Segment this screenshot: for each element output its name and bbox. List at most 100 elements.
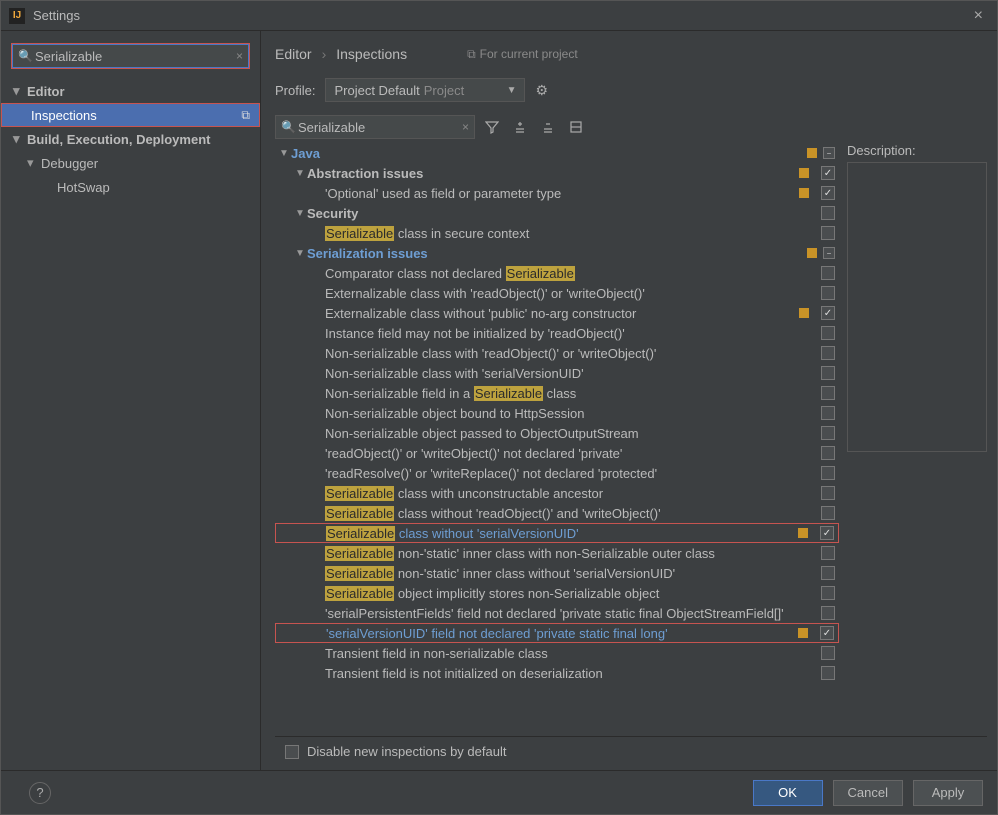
ok-button[interactable]: OK <box>753 780 823 806</box>
inspection-checkbox[interactable] <box>821 286 835 300</box>
inspection-checkbox[interactable] <box>821 586 835 600</box>
inspection-item[interactable]: Instance field may not be initialized by… <box>275 323 839 343</box>
filter-icon[interactable] <box>481 116 503 138</box>
sidebar-item-label: Debugger <box>41 156 260 171</box>
inspection-item[interactable]: Serializable class without 'serialVersio… <box>275 523 839 543</box>
inspection-label: Serializable non-'static' inner class wi… <box>325 546 795 561</box>
inspection-checkbox[interactable] <box>821 326 835 340</box>
sidebar-item-inspections[interactable]: Inspections ⧉ <box>1 103 260 127</box>
inspection-checkbox[interactable] <box>821 226 835 240</box>
copy-icon[interactable]: ⧉ <box>241 108 260 123</box>
inspection-checkbox[interactable] <box>821 486 835 500</box>
inspection-checkbox[interactable] <box>821 406 835 420</box>
inspection-item[interactable]: 'Optional' used as field or parameter ty… <box>275 183 839 203</box>
inspection-search[interactable]: 🔍 × <box>275 115 475 139</box>
sidebar-item-label: HotSwap <box>57 180 260 195</box>
inspection-item[interactable]: Externalizable class without 'public' no… <box>275 303 839 323</box>
apply-button[interactable]: Apply <box>913 780 983 806</box>
tree-group-java[interactable]: ▼ Java − <box>275 143 839 163</box>
mixed-checkbox[interactable]: − <box>823 147 835 159</box>
sidebar-search-input[interactable] <box>12 44 249 68</box>
help-icon[interactable]: ? <box>29 782 51 804</box>
inspection-item[interactable]: Serializable class with unconstructable … <box>275 483 839 503</box>
tree-group-abstraction[interactable]: ▼ Abstraction issues <box>275 163 839 183</box>
inspection-checkbox[interactable] <box>821 566 835 580</box>
sidebar-item-hotswap[interactable]: HotSwap <box>1 175 260 199</box>
sidebar-item-build[interactable]: ▾ Build, Execution, Deployment <box>1 127 260 151</box>
sidebar: 🔍 × ▾ Editor Inspections ⧉ ▾ Build, Exec… <box>1 31 261 770</box>
inspection-item[interactable]: Serializable non-'static' inner class wi… <box>275 543 839 563</box>
close-icon[interactable]: × <box>968 7 989 25</box>
inspection-item[interactable]: 'serialPersistentFields' field not decla… <box>275 603 839 623</box>
gear-icon[interactable]: ⚙ <box>535 82 548 99</box>
sidebar-item-debugger[interactable]: ▾ Debugger <box>1 151 260 175</box>
inspection-item[interactable]: Serializable object implicitly stores no… <box>275 583 839 603</box>
chevron-down-icon: ▾ <box>27 155 41 171</box>
inspection-item[interactable]: Non-serializable class with 'serialVersi… <box>275 363 839 383</box>
inspection-item[interactable]: Non-serializable object passed to Object… <box>275 423 839 443</box>
disable-new-checkbox[interactable] <box>285 745 299 759</box>
inspection-checkbox[interactable] <box>821 666 835 680</box>
clear-icon[interactable]: × <box>236 49 243 63</box>
sidebar-tree: ▾ Editor Inspections ⧉ ▾ Build, Executio… <box>1 73 260 205</box>
inspection-item[interactable]: Serializable non-'static' inner class wi… <box>275 563 839 583</box>
inspection-checkbox[interactable] <box>821 166 835 180</box>
inspection-checkbox[interactable] <box>821 266 835 280</box>
clear-icon[interactable]: × <box>462 120 469 134</box>
breadcrumb-part[interactable]: Editor <box>275 46 312 62</box>
inspection-item[interactable]: 'serialVersionUID' field not declared 'p… <box>275 623 839 643</box>
breadcrumb-part: Inspections <box>336 46 407 62</box>
titlebar: IJ Settings × <box>1 1 997 31</box>
inspection-item[interactable]: Comparator class not declared Serializab… <box>275 263 839 283</box>
collapse-all-icon[interactable] <box>537 116 559 138</box>
inspection-checkbox[interactable] <box>821 446 835 460</box>
inspection-item[interactable]: Non-serializable object bound to HttpSes… <box>275 403 839 423</box>
inspection-item[interactable]: Serializable class in secure context <box>275 223 839 243</box>
inspection-item[interactable]: Non-serializable class with 'readObject(… <box>275 343 839 363</box>
inspection-checkbox[interactable] <box>821 186 835 200</box>
sidebar-search[interactable]: 🔍 × <box>11 43 250 69</box>
inspection-item[interactable]: 'readResolve()' or 'writeReplace()' not … <box>275 463 839 483</box>
reset-icon[interactable] <box>565 116 587 138</box>
sidebar-item-editor[interactable]: ▾ Editor <box>1 79 260 103</box>
inspection-label: Serializable class with unconstructable … <box>325 486 795 501</box>
chevron-down-icon: ▼ <box>507 85 517 96</box>
inspection-item[interactable]: Externalizable class with 'readObject()'… <box>275 283 839 303</box>
tree-group-serialization[interactable]: ▼ Serialization issues − <box>275 243 839 263</box>
inspection-checkbox[interactable] <box>821 606 835 620</box>
inspection-checkbox[interactable] <box>821 426 835 440</box>
expand-all-icon[interactable] <box>509 116 531 138</box>
inspection-checkbox[interactable] <box>821 546 835 560</box>
mixed-checkbox[interactable]: − <box>823 247 835 259</box>
inspection-checkbox[interactable] <box>821 646 835 660</box>
inspection-checkbox[interactable] <box>820 626 834 640</box>
inspection-search-input[interactable] <box>275 115 475 139</box>
inspection-checkbox[interactable] <box>821 206 835 220</box>
description-panel: Description: <box>847 143 987 736</box>
inspection-checkbox[interactable] <box>821 366 835 380</box>
inspection-item[interactable]: Serializable class without 'readObject()… <box>275 503 839 523</box>
inspection-checkbox[interactable] <box>821 386 835 400</box>
inspection-checkbox[interactable] <box>821 466 835 480</box>
inspection-label: Serializable class without 'readObject()… <box>325 506 795 521</box>
inspection-item[interactable]: Transient field is not initialized on de… <box>275 663 839 683</box>
severity-indicator <box>798 528 808 538</box>
inspection-label: Serializable non-'static' inner class wi… <box>325 566 795 581</box>
tree-group-security[interactable]: ▼ Security <box>275 203 839 223</box>
chevron-down-icon: ▼ <box>277 148 291 159</box>
inspection-label: 'readResolve()' or 'writeReplace()' not … <box>325 466 795 481</box>
profile-tag: Project <box>424 83 507 98</box>
inspection-checkbox[interactable] <box>821 506 835 520</box>
inspection-item[interactable]: 'readObject()' or 'writeObject()' not de… <box>275 443 839 463</box>
inspection-checkbox[interactable] <box>820 526 834 540</box>
inspection-checkbox[interactable] <box>821 306 835 320</box>
inspection-tree[interactable]: ▼ Java − ▼ Abstraction issues 'Optional'… <box>275 143 839 736</box>
dialog-buttons: ? OK Cancel Apply <box>1 770 997 814</box>
profile-select[interactable]: Project Default Project ▼ <box>325 78 525 102</box>
inspection-item[interactable]: Non-serializable field in a Serializable… <box>275 383 839 403</box>
cancel-button[interactable]: Cancel <box>833 780 903 806</box>
inspection-item[interactable]: Transient field in non-serializable clas… <box>275 643 839 663</box>
note-label: For current project <box>480 47 578 61</box>
profile-row: Profile: Project Default Project ▼ ⚙ <box>275 73 987 107</box>
inspection-checkbox[interactable] <box>821 346 835 360</box>
